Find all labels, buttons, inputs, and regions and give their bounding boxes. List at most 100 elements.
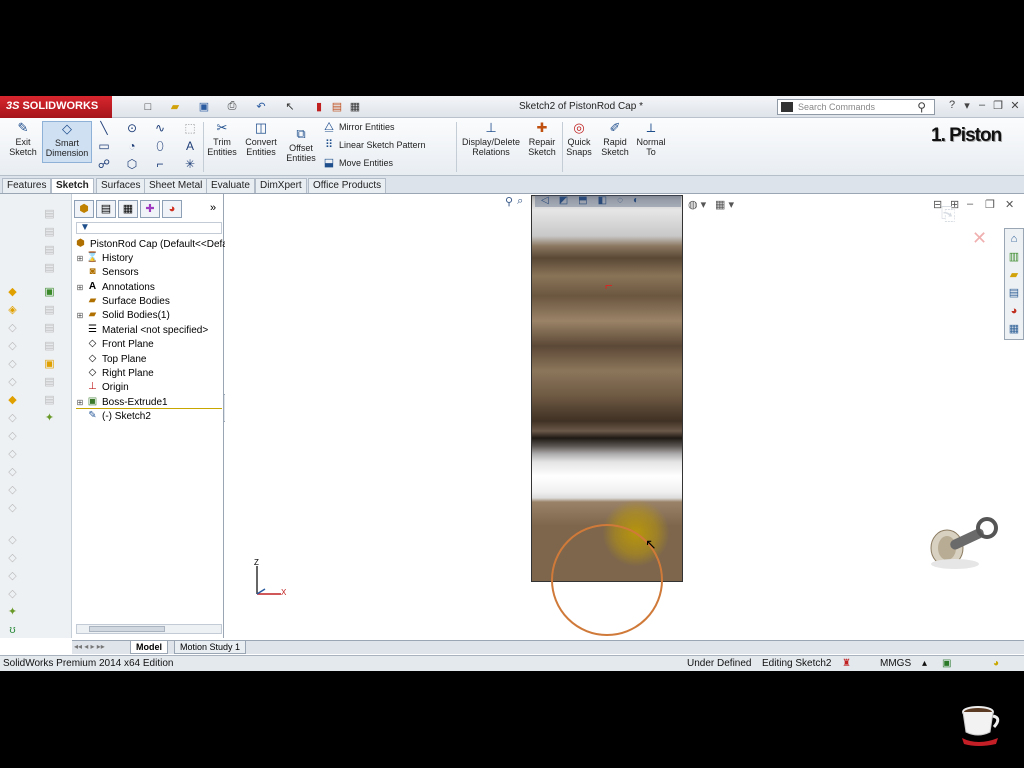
shell-tool-icon[interactable]: ◇ (6, 412, 19, 425)
relation-tool-icon[interactable]: ▣ (43, 358, 56, 371)
units-dropdown-icon[interactable]: ▴ (922, 658, 927, 669)
confirm-sketch-icon[interactable]: ⎘ (941, 204, 955, 225)
options-icon[interactable]: ▦ (348, 100, 362, 113)
quick-tips-icon[interactable]: ▣ (942, 658, 951, 669)
rebuild-icon[interactable]: ▮ (312, 100, 326, 113)
trim-entities-button[interactable]: ✂ Trim Entities (206, 121, 238, 158)
normal-to-button[interactable]: ⟂ Normal To (636, 121, 666, 158)
grid-tool-icon[interactable]: ▤ (43, 394, 56, 407)
text-icon[interactable]: A (182, 139, 198, 153)
exit-sketch-button[interactable]: ✎ Exit Sketch (6, 121, 40, 161)
cancel-sketch-icon[interactable]: ✕ (972, 228, 987, 249)
expand-icon[interactable]: ⊞ (76, 254, 84, 263)
wrap-tool-icon[interactable]: ◇ (6, 502, 19, 515)
helix-tool-icon[interactable]: ʊ (6, 624, 19, 637)
scroll-thumb[interactable] (89, 626, 165, 632)
feature-tree-filter[interactable]: ▼ (76, 222, 222, 234)
curve-tool-icon[interactable]: ✦ (6, 606, 19, 619)
tree-item-material[interactable]: ☰ Material <not specified> (76, 323, 208, 337)
slot-icon[interactable]: ☍ (96, 157, 112, 171)
view-settings-icon[interactable]: ▦ ▾ (715, 198, 734, 211)
ellipse-icon[interactable]: ⬯ (152, 139, 168, 153)
tab-motion-study-1[interactable]: Motion Study 1 (174, 641, 247, 654)
tree-item-solid-bodies[interactable]: ⊞ ▰ Solid Bodies(1) (76, 308, 170, 322)
mirror-tool-icon[interactable]: ◇ (6, 484, 19, 497)
section-view-icon[interactable]: ◩ (559, 195, 568, 207)
quick-snaps-button[interactable]: ◎ Quick Snaps (564, 121, 594, 158)
sketch3d-tool-icon[interactable]: ▤ (43, 226, 56, 239)
rib-tool-icon[interactable]: ◇ (6, 430, 19, 443)
tab-features[interactable]: Features (2, 178, 52, 193)
tree-item-boss-extrude1[interactable]: ⊞ ▣ Boss-Extrude1 (76, 395, 168, 409)
display-delete-relations-button[interactable]: ⊥ Display/Delete Relations (460, 121, 522, 158)
property-manager-tab-icon[interactable]: ▤ (96, 200, 116, 218)
restore-button[interactable]: ❐ (991, 99, 1005, 113)
tree-item-right-plane[interactable]: ◇ Right Plane (76, 366, 154, 380)
rectangle-icon[interactable]: ▭ (96, 139, 112, 153)
linear-sketch-pattern-button[interactable]: ⠿ Linear Sketch Pattern (322, 139, 426, 151)
spline-icon[interactable]: ∿ (152, 121, 168, 135)
help-dropdown-icon[interactable]: ▾ (960, 99, 974, 113)
tree-item-sketch2[interactable]: ✎ (-) Sketch2 (76, 409, 151, 423)
dimension-tool-icon[interactable]: ▤ (43, 376, 56, 389)
dome-tool-icon[interactable]: ◇ (6, 534, 19, 547)
tab-scroll-arrows-icon[interactable]: ◂◂ ◂ ▸ ▸▸ (74, 642, 105, 651)
tree-root-part[interactable]: ⬢ PistonRod Cap (Default<<Defa (72, 237, 228, 251)
viewport-minimize-icon[interactable]: – (967, 198, 973, 210)
arc-icon[interactable]: ◔ (124, 139, 140, 153)
design-library-icon[interactable]: ▥ (1006, 249, 1022, 265)
select-arrow-icon[interactable]: ↖ (283, 100, 297, 113)
solidworks-logo[interactable]: 3S SOLIDWORKS (0, 96, 112, 118)
print-icon[interactable]: ⎙ (225, 100, 239, 113)
offset-entities-button[interactable]: ⧉ Offset Entities (284, 127, 318, 164)
custom-properties-icon[interactable]: ▦ (1006, 321, 1022, 337)
mirror-entities-button[interactable]: ⧋ Mirror Entities (322, 121, 394, 133)
viewport-close-icon[interactable]: ✕ (1005, 198, 1014, 211)
search-icon[interactable]: ⚲ (917, 100, 926, 114)
draft-tool-icon[interactable]: ◇ (6, 448, 19, 461)
pattern-tool-icon[interactable]: ◇ (6, 466, 19, 479)
view-palette-icon[interactable]: ▤ (1006, 285, 1022, 301)
cut-tool-icon[interactable]: ◇ (6, 358, 19, 371)
display-manager-tab-icon[interactable]: ◕ (162, 200, 182, 218)
previous-view-icon[interactable]: ◁ (541, 195, 549, 207)
hide-show-icon[interactable]: ◌ (617, 195, 623, 207)
text-tool-icon[interactable]: ⬚ (182, 121, 198, 135)
smart-tool-icon[interactable]: ✦ (43, 412, 56, 425)
tab-surfaces[interactable]: Surfaces (96, 178, 146, 193)
extrude-tool-icon[interactable]: ◆ (6, 286, 19, 299)
zoom-area-icon[interactable]: ⌕ (517, 195, 523, 208)
deform-tool-icon[interactable]: ◇ (6, 570, 19, 583)
save-icon[interactable]: ▣ (197, 100, 211, 113)
view-orientation-icon[interactable]: ⬒ (578, 195, 587, 207)
dimxpert-tab-icon[interactable]: ✚ (140, 200, 160, 218)
notification-icon[interactable]: ◕ (993, 658, 999, 669)
file-properties-icon[interactable]: ▤ (330, 100, 344, 113)
tree-item-top-plane[interactable]: ◇ Top Plane (76, 352, 147, 366)
fillet-icon[interactable]: ⌐ (152, 157, 168, 171)
graphics-viewport[interactable]: ⚲ ⌕ ◁ ◩ ⬒ ◧ ◌ ◐ ◍ ▾ ▦ ▾ ⌐ ↖ Z X ⊟ ⊞ – ❐ … (225, 194, 1024, 638)
tab-sketch[interactable]: Sketch (51, 178, 94, 193)
sweep-tool-icon[interactable]: ◇ (6, 322, 19, 335)
open-folder-icon[interactable]: ▰ (168, 100, 182, 113)
tree-item-surface-bodies[interactable]: ▰ Surface Bodies (76, 294, 170, 308)
apply-scene-icon[interactable]: ◍ ▾ (688, 198, 706, 211)
rebuild-status-icon[interactable]: ♜ (842, 658, 851, 669)
viewport-maximize-icon[interactable]: ❐ (985, 198, 995, 211)
line-icon[interactable]: ╲ (96, 121, 112, 135)
polygon-icon[interactable]: ⬡ (124, 157, 140, 171)
loft-tool-icon[interactable]: ◇ (6, 340, 19, 353)
search-commands-input[interactable]: Search Commands ⚲ (777, 99, 935, 115)
units-label[interactable]: MMGS (880, 658, 911, 669)
revolve-tool-icon[interactable]: ◈ (6, 304, 19, 317)
expand-tabs-icon[interactable]: » (210, 202, 216, 214)
tab-office-products[interactable]: Office Products (308, 178, 387, 193)
line-tool-icon[interactable]: ▤ (43, 244, 56, 257)
convert-entities-button[interactable]: ◫ Convert Entities (243, 121, 279, 158)
tree-item-origin[interactable]: ⊥ Origin (76, 380, 129, 394)
display-style-icon[interactable]: ◧ (598, 195, 607, 207)
tree-item-sensors[interactable]: ◙ Sensors (76, 265, 138, 279)
rect-tool-icon[interactable]: ▤ (43, 262, 56, 275)
fillet-tool-icon[interactable]: ◇ (6, 376, 19, 389)
smart-dimension-button[interactable]: ◇ Smart Dimension (42, 121, 92, 163)
